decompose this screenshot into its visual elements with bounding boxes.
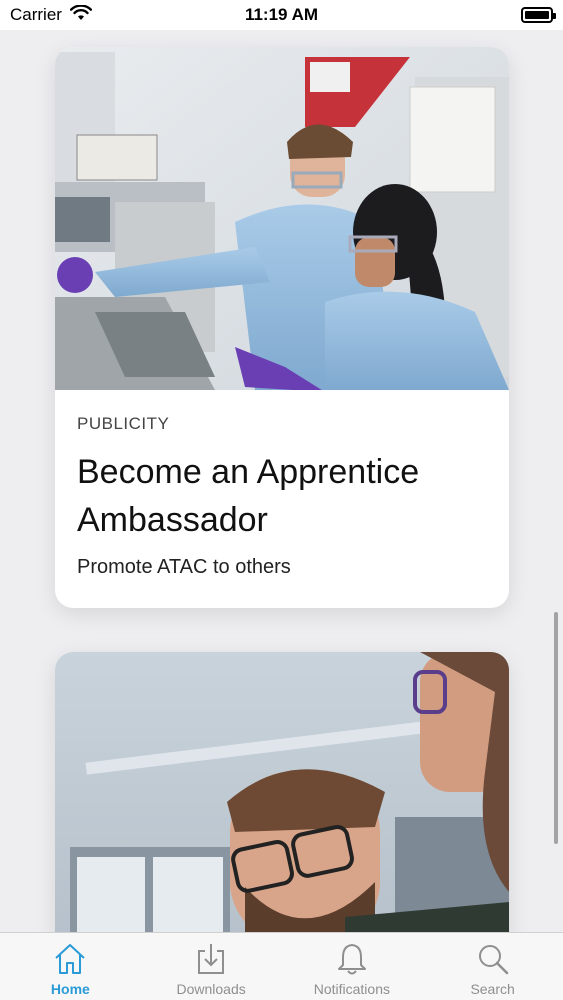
carrier-label: Carrier (10, 5, 62, 24)
tab-search[interactable]: Search (422, 933, 563, 1000)
wifi-icon (69, 3, 92, 26)
feed[interactable]: PUBLICITY Become an Apprentice Ambassado… (0, 30, 563, 932)
scroll-indicator[interactable] (554, 612, 558, 844)
article-card[interactable] (55, 652, 509, 932)
scientist-with-glasses-photo (55, 652, 509, 932)
search-icon (478, 945, 508, 975)
status-left: Carrier (10, 3, 92, 26)
battery-icon (521, 7, 556, 23)
card-body: PUBLICITY Become an Apprentice Ambassado… (55, 390, 509, 579)
tab-downloads[interactable]: Downloads (141, 933, 282, 1000)
home-icon (55, 944, 86, 974)
tab-notifications[interactable]: Notifications (282, 933, 423, 1000)
card-subtitle: Promote ATAC to others (77, 556, 291, 578)
tab-bar: Home Downloads Notifications Search (0, 932, 563, 1000)
tab-label: Home (50, 981, 90, 997)
lab-scientists-photo (55, 47, 509, 390)
card-category: PUBLICITY (77, 414, 170, 433)
tab-home[interactable]: Home (0, 933, 141, 1000)
tab-label: Search (470, 981, 515, 997)
tab-label: Notifications (313, 981, 390, 997)
article-card[interactable]: PUBLICITY Become an Apprentice Ambassado… (55, 47, 509, 608)
bell-icon (337, 944, 366, 975)
card-title: Become an Apprentice Ambassador (77, 453, 420, 539)
tab-label: Downloads (176, 981, 246, 997)
status-bar: Carrier 11:19 AM (0, 0, 563, 30)
download-icon (198, 944, 225, 974)
